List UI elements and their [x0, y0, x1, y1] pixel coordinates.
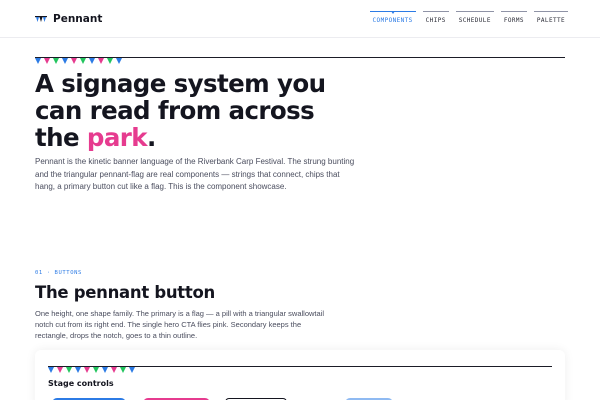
- brand-name: Pennant: [53, 13, 103, 25]
- bunting-logo-icon: [35, 15, 47, 22]
- section-title: The pennant button: [35, 283, 215, 302]
- top-bar: Pennant COMPONENTS CHIPS SCHEDULE FORMS …: [0, 0, 600, 38]
- pennant-flag-icon: [48, 367, 54, 373]
- pennant-flag-icon: [93, 367, 99, 373]
- section-description: One height, one shape family. The primar…: [35, 309, 325, 340]
- pennant-flag-icon: [89, 58, 95, 64]
- nav-schedule[interactable]: SCHEDULE: [455, 11, 494, 24]
- pennant-flag-icon: [111, 367, 117, 373]
- pennant-flag-icon: [44, 58, 50, 64]
- nav-forms[interactable]: FORMS: [500, 11, 527, 24]
- nav-components[interactable]: COMPONENTS: [369, 11, 416, 24]
- pennant-flag-icon: [102, 367, 108, 373]
- pennant-flag-icon: [62, 58, 68, 64]
- pennant-flag-icon: [71, 58, 77, 64]
- hero-bunting: [35, 58, 125, 64]
- nav-palette[interactable]: PALETTE: [533, 11, 569, 24]
- pennant-flag-icon: [129, 367, 135, 373]
- brand[interactable]: Pennant: [35, 13, 102, 25]
- stage-title: Stage controls: [48, 379, 114, 388]
- main-nav: COMPONENTS CHIPS SCHEDULE FORMS PALETTE: [369, 11, 569, 24]
- hero-title: A signage system you can read from acros…: [35, 70, 365, 151]
- nav-chips[interactable]: CHIPS: [422, 11, 449, 24]
- pennant-flag-icon: [98, 58, 104, 64]
- pennant-flag-icon: [57, 367, 63, 373]
- stage-bunting: [48, 367, 138, 373]
- hero-description: Pennant is the kinetic banner language o…: [35, 157, 355, 192]
- pennant-flag-icon: [107, 58, 113, 64]
- hero-title-lead: A signage system you can read from acros…: [35, 69, 326, 152]
- hero-title-end: .: [146, 123, 156, 152]
- pennant-flag-icon: [120, 367, 126, 373]
- pennant-flag-icon: [84, 367, 90, 373]
- pennant-flag-icon: [75, 367, 81, 373]
- section-kicker: 01 · BUTTONS: [35, 270, 82, 276]
- pennant-flag-icon: [35, 58, 41, 64]
- pennant-flag-icon: [53, 58, 59, 64]
- pennant-flag-icon: [66, 367, 72, 373]
- pennant-flag-icon: [80, 58, 86, 64]
- stage-controls-card: Stage controls: [35, 350, 565, 400]
- hero-title-accent: park: [86, 123, 148, 152]
- pennant-flag-icon: [116, 58, 122, 64]
